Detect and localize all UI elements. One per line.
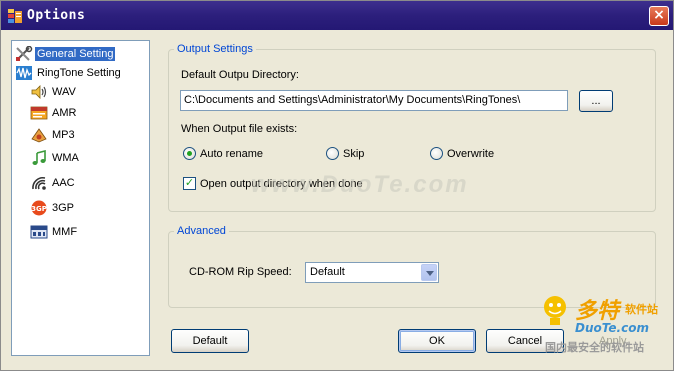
rip-speed-label: CD-ROM Rip Speed:: [189, 266, 292, 278]
radio-label: Auto rename: [200, 147, 263, 160]
tree-item-label: AMR: [52, 107, 77, 119]
radio-indicator[interactable]: [430, 147, 443, 160]
checkbox-indicator[interactable]: ✓: [183, 177, 196, 190]
amr-icon: [30, 106, 48, 120]
3gp-icon: 3GP: [31, 200, 47, 216]
tree-item-wma[interactable]: WMA: [30, 149, 81, 167]
tree-item-ringtone-setting[interactable]: RingTone Setting: [15, 64, 123, 82]
mmf-icon: [30, 225, 48, 239]
tree-item-label: AAC: [52, 177, 75, 189]
tree-item-label: MMF: [52, 226, 78, 238]
chevron-down-icon[interactable]: [421, 264, 437, 281]
advanced-title: Advanced: [174, 225, 229, 237]
ok-button-label: OK: [429, 335, 445, 347]
radio-auto-rename[interactable]: Auto rename: [183, 147, 263, 160]
default-button-label: Default: [192, 335, 228, 347]
rip-speed-value: Default: [310, 266, 345, 278]
music-note-icon: [32, 150, 46, 165]
tree-item-label: MP3: [52, 129, 75, 141]
tree-item-label: WMA: [52, 152, 79, 164]
radio-label: Skip: [343, 147, 365, 160]
tree-item-mp3[interactable]: MP3: [30, 126, 77, 144]
tree-item-3gp[interactable]: 3GP 3GP: [30, 199, 76, 217]
radio-skip[interactable]: Skip: [326, 147, 364, 160]
logo-tagline: 国内最安全的软件站: [545, 341, 644, 354]
svg-text:3GP: 3GP: [31, 205, 47, 213]
browse-button-label: ...: [591, 95, 601, 107]
app-icon: [8, 9, 22, 23]
mp3-icon: [31, 128, 47, 143]
window-title: Options: [27, 8, 86, 23]
tools-icon: [16, 46, 33, 61]
radio-indicator[interactable]: [183, 147, 196, 160]
speaker-icon: [31, 85, 47, 99]
duote-logo-watermark: 多特 软件站 DuoTe.com 国内最安全的软件站: [539, 293, 669, 363]
aac-icon: [32, 176, 46, 190]
default-button[interactable]: Default: [171, 329, 249, 353]
options-dialog: Options × General Setting RingTone Setti…: [0, 0, 674, 371]
cancel-button-label: Cancel: [507, 335, 543, 347]
tree-item-label: WAV: [52, 86, 76, 98]
logo-domain: DuoTe.com: [575, 321, 649, 335]
mascot-icon: [544, 296, 566, 325]
title-bar[interactable]: Options ×: [1, 1, 673, 30]
radio-indicator[interactable]: [326, 147, 339, 160]
browse-button[interactable]: ...: [579, 90, 613, 112]
exists-label: When Output file exists:: [181, 123, 298, 135]
ok-button[interactable]: OK: [398, 329, 476, 353]
tree-item-label: 3GP: [52, 202, 75, 214]
tree-item-aac[interactable]: AAC: [30, 174, 77, 192]
watermark-text: www.DuoTe.com: [251, 171, 469, 198]
rip-speed-select[interactable]: Default: [305, 262, 439, 283]
tree-item-label: General Setting: [35, 47, 116, 61]
radio-label: Overwrite: [447, 147, 495, 160]
tree-item-amr[interactable]: AMR: [30, 104, 78, 122]
radio-overwrite[interactable]: Overwrite: [430, 147, 494, 160]
logo-subtext: 软件站: [625, 303, 658, 316]
tree-item-mmf[interactable]: MMF: [30, 223, 79, 241]
tree-item-general-setting[interactable]: General Setting: [15, 45, 116, 63]
output-directory-value: C:\Documents and Settings\Administrator\…: [184, 94, 521, 106]
directory-label: Default Outpu Directory:: [181, 69, 299, 81]
output-directory-field[interactable]: C:\Documents and Settings\Administrator\…: [180, 90, 568, 111]
output-settings-title: Output Settings: [174, 43, 256, 55]
waveform-icon: [16, 66, 32, 80]
close-icon: ×: [653, 7, 665, 23]
settings-tree[interactable]: General Setting RingTone Setting WAV AMR…: [11, 40, 150, 356]
tree-item-label: RingTone Setting: [37, 67, 121, 79]
close-button[interactable]: ×: [649, 6, 669, 26]
tree-item-wav[interactable]: WAV: [30, 83, 78, 101]
